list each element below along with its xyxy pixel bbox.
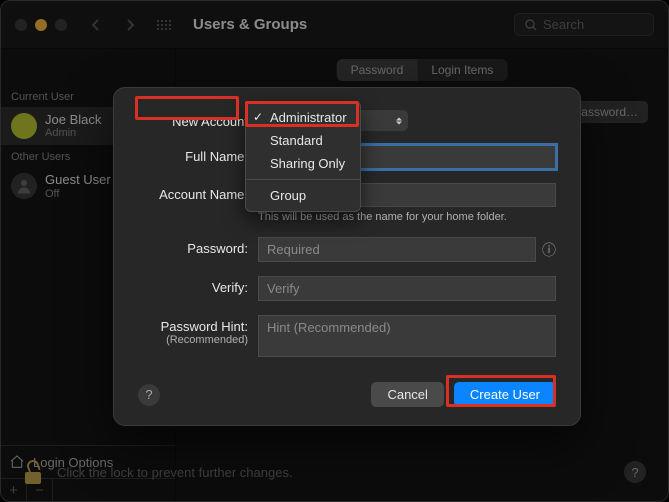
lock-text: Click the lock to prevent further change…: [57, 465, 293, 480]
back-button[interactable]: [85, 14, 107, 36]
tab-password[interactable]: Password: [337, 59, 418, 81]
user-name: Guest User: [45, 173, 111, 187]
search-icon: [525, 19, 537, 31]
dd-divider: [246, 179, 360, 180]
avatar: [11, 113, 37, 139]
person-icon: [15, 177, 33, 195]
dd-item-sharing-only[interactable]: Sharing Only: [246, 152, 360, 175]
dd-item-standard[interactable]: Standard: [246, 129, 360, 152]
forward-button[interactable]: [119, 14, 141, 36]
account-type-dropdown: ✓ Administrator Standard Sharing Only Gr…: [245, 101, 361, 212]
hint-field[interactable]: Hint (Recommended): [258, 315, 556, 357]
password-field[interactable]: Required: [258, 237, 536, 262]
password-label: Password:: [138, 237, 258, 256]
sheet-help-button[interactable]: ?: [138, 384, 160, 406]
account-name-label: Account Name:: [138, 183, 258, 202]
search-field[interactable]: Search: [514, 13, 654, 36]
user-role: Off: [45, 188, 111, 200]
dd-item-administrator[interactable]: ✓ Administrator: [246, 106, 360, 129]
user-role: Admin: [45, 127, 101, 139]
password-assistant-icon[interactable]: ⓘ: [542, 240, 556, 260]
help-button[interactable]: ?: [624, 461, 646, 483]
tab-login-items[interactable]: Login Items: [417, 59, 507, 81]
window-controls: [15, 19, 67, 31]
dd-item-group[interactable]: Group: [246, 184, 360, 207]
show-all-icon[interactable]: [157, 20, 171, 30]
verify-label: Verify:: [138, 276, 258, 295]
check-icon: ✓: [253, 110, 263, 124]
create-user-button[interactable]: Create User: [454, 382, 556, 407]
hint-label: Password Hint: (Recommended): [138, 315, 258, 346]
minimize-window-button[interactable]: [35, 19, 47, 31]
account-name-note: This will be used as the name for your h…: [258, 211, 556, 223]
preferences-window: Users & Groups Search Current User Joe B…: [0, 0, 669, 502]
lock-bar: Click the lock to prevent further change…: [1, 443, 668, 501]
close-window-button[interactable]: [15, 19, 27, 31]
verify-field[interactable]: Verify: [258, 276, 556, 301]
user-name: Joe Black: [45, 113, 101, 127]
zoom-window-button[interactable]: [55, 19, 67, 31]
cancel-button[interactable]: Cancel: [371, 382, 443, 407]
updown-chevron-icon: [396, 114, 402, 127]
segmented-control[interactable]: Password Login Items: [337, 59, 508, 81]
lock-icon[interactable]: [23, 460, 43, 484]
full-name-label: Full Name:: [138, 145, 258, 164]
search-placeholder: Search: [543, 17, 584, 32]
titlebar: Users & Groups Search: [1, 1, 668, 49]
window-title: Users & Groups: [193, 16, 307, 33]
new-account-label: New Account: [138, 110, 258, 129]
avatar: [11, 173, 37, 199]
